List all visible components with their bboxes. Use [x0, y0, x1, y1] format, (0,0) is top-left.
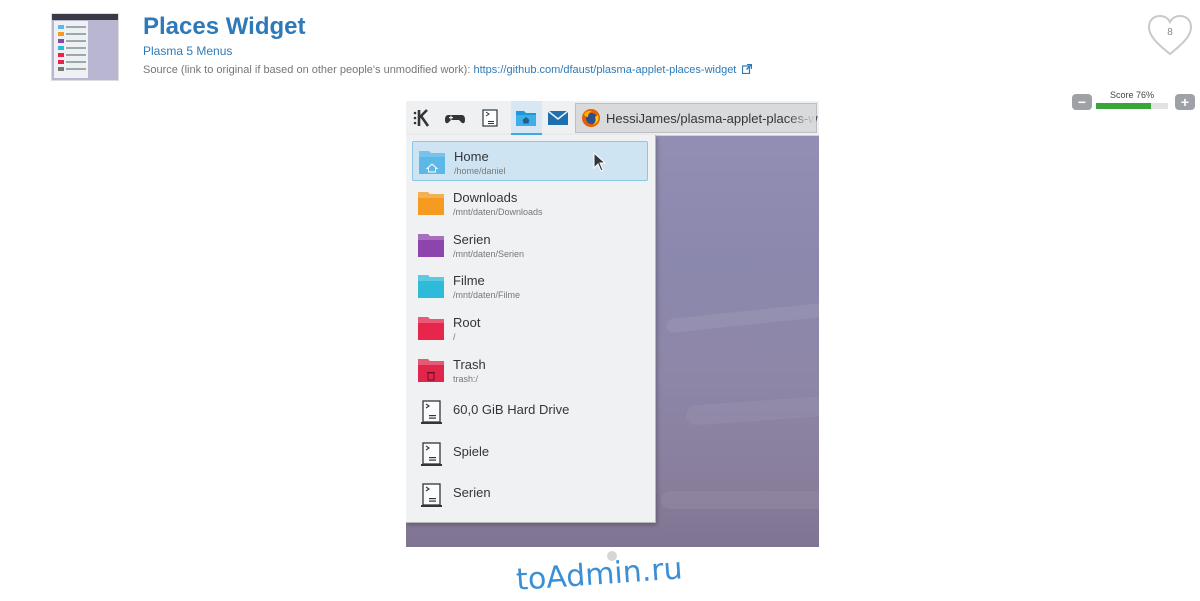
wallpaper-cloud: [665, 302, 819, 334]
place-item[interactable]: Downloads/mnt/daten/Downloads: [412, 183, 648, 223]
place-item[interactable]: Serien/mnt/daten/Serien: [412, 225, 648, 265]
folder-icon: [417, 314, 445, 342]
folder-icon: [417, 189, 445, 217]
place-item[interactable]: 60,0 GiB Hard Drive: [412, 392, 648, 432]
place-name: Home: [454, 149, 489, 164]
place-path: /: [453, 332, 456, 343]
place-path: /mnt/daten/Serien: [453, 248, 525, 259]
hard-drive-icon: [417, 398, 445, 426]
thumbnail-taskbar: [52, 14, 118, 20]
like-button[interactable]: 8: [1145, 14, 1195, 56]
category-link[interactable]: Plasma 5 Menus: [143, 44, 232, 58]
hard-drive-icon: [417, 440, 445, 468]
mouse-cursor-icon: [593, 152, 607, 172]
place-name: Serien: [453, 231, 491, 247]
source-link[interactable]: https://github.com/dfaust/plasma-applet-…: [473, 64, 736, 76]
folder-icon: [417, 231, 445, 259]
place-item[interactable]: Root /: [412, 308, 648, 348]
place-item[interactable]: Filme/mnt/daten/Filme: [412, 266, 648, 306]
score-up-button[interactable]: +: [1175, 94, 1195, 110]
score-bar-fill: [1096, 103, 1151, 109]
score-bar: [1096, 103, 1168, 109]
plasma-taskbar: HessiJames/plasma-applet-places-w: [406, 101, 819, 136]
place-item[interactable]: Spiele: [412, 434, 648, 474]
place-name: Downloads: [453, 189, 518, 205]
source-line: Source (link to original if based on oth…: [143, 64, 753, 76]
hard-drive-icon: [417, 481, 445, 509]
place-path: /mnt/daten/Filme: [453, 290, 521, 301]
place-path: /mnt/daten/Downloads: [453, 206, 543, 217]
source-label: Source (link to original if based on oth…: [143, 64, 471, 76]
external-link-icon[interactable]: [742, 64, 753, 74]
folder-places-icon[interactable]: [515, 107, 537, 129]
score-label: Score 76%: [1109, 90, 1155, 100]
kde-launcher-icon[interactable]: [412, 107, 434, 129]
place-item[interactable]: Home/home/daniel: [412, 141, 648, 181]
folder-icon: [417, 272, 445, 300]
thumbnail-menu: [54, 21, 88, 78]
place-name: 60,0 GiB Hard Drive: [453, 401, 570, 417]
place-item[interactable]: Trash trash:/: [412, 350, 648, 390]
place-name: Filme: [453, 273, 485, 289]
place-item[interactable]: Serien: [412, 475, 648, 515]
page-title: Places Widget: [143, 13, 306, 40]
mail-icon[interactable]: [547, 107, 569, 129]
place-name: Root: [453, 315, 481, 331]
wallpaper-cloud: [661, 491, 819, 509]
watermark-text: toAdmin.ru: [515, 551, 684, 598]
place-path: /home/daniel: [454, 166, 506, 176]
place-name: Serien: [453, 485, 491, 501]
like-count: 8: [1167, 27, 1173, 38]
place-name: Spiele: [453, 443, 490, 459]
screenshot-thumbnail[interactable]: [52, 14, 118, 80]
wallpaper-cloud: [685, 396, 819, 426]
place-name: Trash: [453, 357, 486, 372]
place-path: trash:/: [453, 374, 479, 384]
score-down-button[interactable]: −: [1072, 94, 1092, 110]
taskbar-firefox-window[interactable]: HessiJames/plasma-applet-places-w: [575, 103, 818, 133]
places-popup: Home/home/daniel Downloads/mnt/daten/Down…: [406, 135, 656, 523]
home-folder-icon: [418, 148, 446, 176]
gamepad-icon[interactable]: [444, 107, 466, 129]
drive-icon[interactable]: [479, 107, 501, 129]
firefox-icon: [582, 109, 600, 127]
trash-folder-icon: [417, 356, 445, 384]
main-screenshot[interactable]: HessiJames/plasma-applet-places-w Home/h…: [406, 101, 819, 547]
